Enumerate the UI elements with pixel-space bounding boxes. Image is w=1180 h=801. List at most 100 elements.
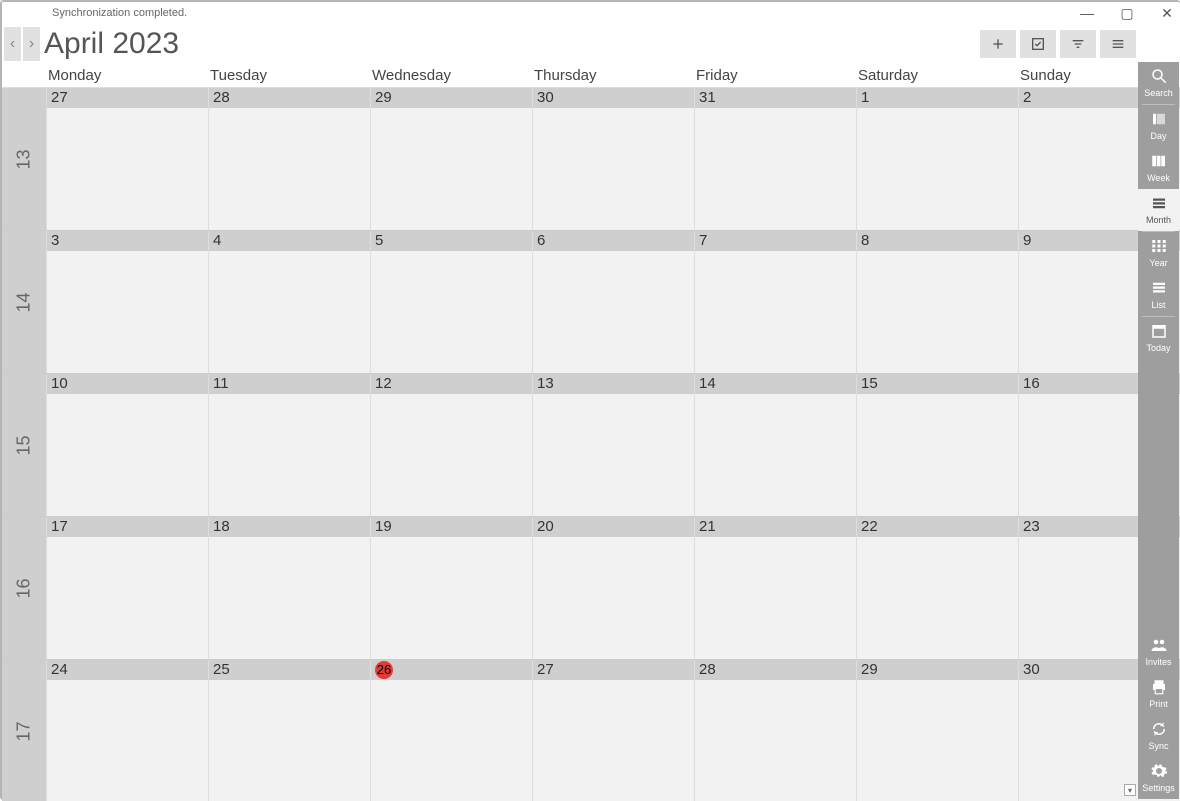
day-number: 6 <box>533 231 694 251</box>
menu-button[interactable] <box>1100 30 1136 58</box>
day-number: 29 <box>857 660 1018 680</box>
main: Monday Tuesday Wednesday Thursday Friday… <box>2 64 1180 801</box>
day-cell[interactable]: 18 <box>208 517 370 659</box>
day-number: 27 <box>47 88 208 108</box>
day-cell[interactable]: 31 <box>694 88 856 230</box>
week-row: 1724252627282930 <box>2 659 1180 801</box>
week-number: 16 <box>2 517 46 659</box>
day-cell[interactable]: 12 <box>370 374 532 516</box>
search-button[interactable]: Search <box>1138 62 1179 104</box>
next-month-button[interactable]: › <box>23 27 40 61</box>
year-label: Year <box>1149 258 1167 268</box>
day-cell[interactable]: 13 <box>532 374 694 516</box>
invites-button[interactable]: Invites <box>1138 631 1179 673</box>
day-cell[interactable]: 15 <box>856 374 1018 516</box>
view-list-button[interactable]: List <box>1138 274 1179 316</box>
day-cell[interactable]: 5 <box>370 231 532 373</box>
day-number: 27 <box>533 660 694 680</box>
day-number: 5 <box>371 231 532 251</box>
day-number: 20 <box>533 517 694 537</box>
day-number: 17 <box>47 517 208 537</box>
day-header: Tuesday <box>208 64 370 87</box>
day-number: 4 <box>209 231 370 251</box>
status-text: Synchronization completed. <box>52 7 187 19</box>
day-cell[interactable]: 24 <box>46 660 208 801</box>
day-cell[interactable]: 27 <box>46 88 208 230</box>
day-number: 13 <box>533 374 694 394</box>
week-number: 13 <box>2 88 46 230</box>
day-number: 1 <box>857 88 1018 108</box>
week-number: 14 <box>2 231 46 373</box>
day-cell[interactable]: 22 <box>856 517 1018 659</box>
day-cell[interactable]: 28 <box>694 660 856 801</box>
day-number: 14 <box>695 374 856 394</box>
calendar: Monday Tuesday Wednesday Thursday Friday… <box>2 64 1180 801</box>
day-cell[interactable]: 7 <box>694 231 856 373</box>
day-cell[interactable]: 25 <box>208 660 370 801</box>
today-button[interactable]: Today <box>1138 317 1179 359</box>
day-number: 31 <box>695 88 856 108</box>
day-cell[interactable]: 4 <box>208 231 370 373</box>
day-cell[interactable]: 17 <box>46 517 208 659</box>
search-label: Search <box>1144 88 1173 98</box>
day-cell[interactable]: 8 <box>856 231 1018 373</box>
day-number: 10 <box>47 374 208 394</box>
day-number: 25 <box>209 660 370 680</box>
day-cell[interactable]: 6 <box>532 231 694 373</box>
day-cell[interactable]: 21 <box>694 517 856 659</box>
day-cell[interactable]: 29 <box>856 660 1018 801</box>
view-year-button[interactable]: Year <box>1138 232 1179 274</box>
sync-button[interactable]: Sync <box>1138 715 1179 757</box>
view-month-button[interactable]: Month <box>1138 189 1179 231</box>
calendar-grid: 1327282930311214345678915101112131415161… <box>2 88 1180 801</box>
day-number: 26 <box>371 660 532 680</box>
list-label: List <box>1151 300 1165 310</box>
day-number: 11 <box>209 374 370 394</box>
day-cell[interactable]: 20 <box>532 517 694 659</box>
day-cell[interactable]: 26 <box>370 660 532 801</box>
day-cell[interactable]: 1 <box>856 88 1018 230</box>
day-number: 19 <box>371 517 532 537</box>
day-number: 28 <box>209 88 370 108</box>
day-header: Monday <box>46 64 208 87</box>
day-cell[interactable]: 14 <box>694 374 856 516</box>
prev-month-button[interactable]: ‹ <box>4 27 21 61</box>
page-title: April 2023 <box>44 27 179 61</box>
day-number: 22 <box>857 517 1018 537</box>
week-row: 143456789 <box>2 230 1180 373</box>
day-cell[interactable]: 30 <box>532 88 694 230</box>
week-label: Week <box>1147 173 1170 183</box>
right-sidebar: Search Day Week Month Year List Today In… <box>1138 62 1179 799</box>
day-cell[interactable]: 3 <box>46 231 208 373</box>
week-row: 13272829303112 <box>2 88 1180 230</box>
minimize-button[interactable]: — <box>1078 5 1096 21</box>
settings-button[interactable]: Settings <box>1138 757 1179 799</box>
print-button[interactable]: Print <box>1138 673 1179 715</box>
day-cell[interactable]: 28 <box>208 88 370 230</box>
collapse-toggle[interactable]: ▾ <box>1124 784 1136 796</box>
day-header: Thursday <box>532 64 694 87</box>
day-cell[interactable]: 10 <box>46 374 208 516</box>
month-label: Month <box>1146 215 1171 225</box>
day-header-row: Monday Tuesday Wednesday Thursday Friday… <box>2 64 1180 88</box>
view-day-button[interactable]: Day <box>1138 105 1179 147</box>
close-button[interactable]: ✕ <box>1158 5 1176 22</box>
titlebar: Synchronization completed. — ▢ ✕ <box>2 2 1180 24</box>
window-controls: — ▢ ✕ <box>1078 2 1176 24</box>
tasks-button[interactable] <box>1020 30 1056 58</box>
day-cell[interactable]: 27 <box>532 660 694 801</box>
header: ‹ › April 2023 <box>2 24 1180 64</box>
day-cell[interactable]: 19 <box>370 517 532 659</box>
view-week-button[interactable]: Week <box>1138 147 1179 189</box>
settings-label: Settings <box>1142 783 1175 793</box>
week-row: 1510111213141516 <box>2 373 1180 516</box>
filter-button[interactable] <box>1060 30 1096 58</box>
day-cell[interactable]: 11 <box>208 374 370 516</box>
day-number: 18 <box>209 517 370 537</box>
add-button[interactable] <box>980 30 1016 58</box>
maximize-button[interactable]: ▢ <box>1118 5 1136 22</box>
invites-label: Invites <box>1145 657 1171 667</box>
day-number: 21 <box>695 517 856 537</box>
day-number: 15 <box>857 374 1018 394</box>
day-cell[interactable]: 29 <box>370 88 532 230</box>
